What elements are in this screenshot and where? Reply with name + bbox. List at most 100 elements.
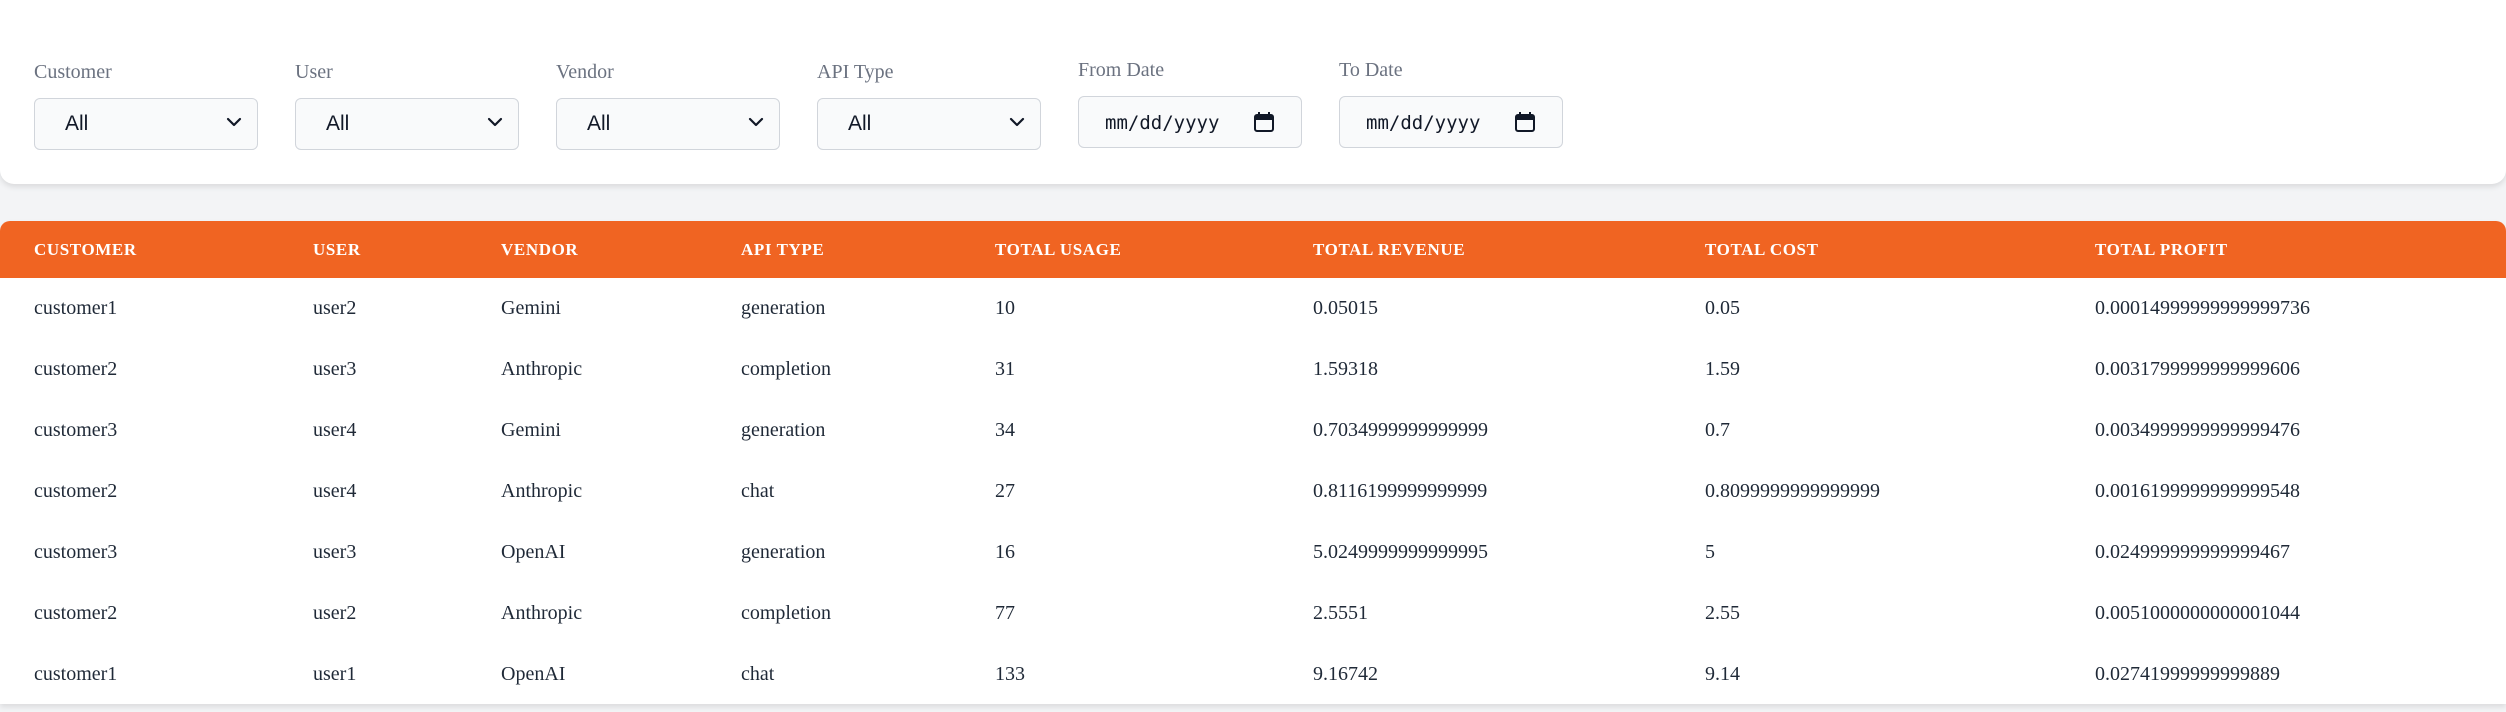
column-header-total-cost: Total Cost xyxy=(1705,239,1819,259)
cell-total-usage: 77 xyxy=(995,602,1015,624)
vendor-filter-label: Vendor xyxy=(556,61,614,83)
from-date-filter: From Date mm/dd/yyyy xyxy=(1078,56,1302,148)
filter-panel: Customer All User All Vendor All API Typ… xyxy=(0,0,2506,184)
table-row: customer2 user4 Anthropic chat 27 0.8116… xyxy=(0,461,2506,522)
calendar-icon[interactable] xyxy=(1253,111,1275,133)
cell-total-cost: 0.8099999999999999 xyxy=(1705,480,1880,502)
cell-customer: customer2 xyxy=(34,358,118,380)
cell-api-type: completion xyxy=(741,358,831,380)
cell-vendor: Gemini xyxy=(501,297,561,319)
chevron-down-icon xyxy=(748,117,764,127)
column-header-total-usage: Total Usage xyxy=(995,239,1122,259)
column-header-api-type: API Type xyxy=(741,239,825,259)
cell-total-profit: 0.024999999999999467 xyxy=(2095,541,2290,563)
cell-vendor: OpenAI xyxy=(501,541,566,563)
cell-user: user3 xyxy=(313,358,357,380)
cell-customer: customer2 xyxy=(34,480,118,502)
user-select-value: All xyxy=(326,112,350,135)
to-date-filter: To Date mm/dd/yyyy xyxy=(1339,56,1563,148)
column-header-total-revenue: Total Revenue xyxy=(1313,239,1466,259)
cell-user: user4 xyxy=(313,480,357,502)
chevron-down-icon xyxy=(487,117,503,127)
column-header-customer: Customer xyxy=(34,239,137,259)
cell-total-cost: 1.59 xyxy=(1705,358,1740,380)
cell-total-usage: 133 xyxy=(995,663,1025,685)
cell-api-type: chat xyxy=(741,663,775,685)
user-select[interactable]: All xyxy=(295,98,519,150)
chevron-down-icon xyxy=(1009,117,1025,127)
cell-total-revenue: 0.7034999999999999 xyxy=(1313,419,1488,441)
table-header-row: Customer User Vendor API Type Total Usag… xyxy=(0,221,2506,278)
cell-total-cost: 0.7 xyxy=(1705,419,1730,441)
table-row: customer3 user3 OpenAI generation 16 5.0… xyxy=(0,522,2506,583)
cell-api-type: completion xyxy=(741,602,831,624)
table-row: customer2 user2 Anthropic completion 77 … xyxy=(0,583,2506,644)
cell-user: user2 xyxy=(313,602,357,624)
cell-total-cost: 5 xyxy=(1705,541,1715,563)
cell-vendor: Anthropic xyxy=(501,480,583,502)
cell-customer: customer1 xyxy=(34,297,118,319)
customer-select-value: All xyxy=(65,112,89,135)
table-row: customer1 user2 Gemini generation 10 0.0… xyxy=(0,278,2506,339)
usage-table-card: Customer User Vendor API Type Total Usag… xyxy=(0,221,2506,704)
cell-total-usage: 16 xyxy=(995,541,1015,563)
from-date-input[interactable]: mm/dd/yyyy xyxy=(1078,96,1302,148)
cell-total-revenue: 1.59318 xyxy=(1313,358,1378,380)
cell-customer: customer3 xyxy=(34,541,118,563)
cell-customer: customer3 xyxy=(34,419,118,441)
api-type-filter: API Type All xyxy=(817,58,1041,150)
cell-api-type: chat xyxy=(741,480,775,502)
cell-total-profit: 0.0051000000000001044 xyxy=(2095,602,2300,624)
table-row: customer2 user3 Anthropic completion 31 … xyxy=(0,339,2506,400)
table-row: customer3 user4 Gemini generation 34 0.7… xyxy=(0,400,2506,461)
to-date-placeholder: mm/dd/yyyy xyxy=(1366,112,1481,134)
cell-total-profit: 0.0034999999999999476 xyxy=(2095,419,2300,441)
cell-total-usage: 10 xyxy=(995,297,1015,319)
customer-filter-label: Customer xyxy=(34,61,112,83)
vendor-filter: Vendor All xyxy=(556,58,780,150)
from-date-placeholder: mm/dd/yyyy xyxy=(1105,112,1220,134)
cell-vendor: Gemini xyxy=(501,419,561,441)
api-type-select[interactable]: All xyxy=(817,98,1041,150)
cell-user: user2 xyxy=(313,297,357,319)
cell-total-profit: 0.0016199999999999548 xyxy=(2095,480,2300,502)
usage-table: Customer User Vendor API Type Total Usag… xyxy=(0,221,2506,704)
cell-customer: customer2 xyxy=(34,602,118,624)
customer-select[interactable]: All xyxy=(34,98,258,150)
cell-total-profit: 0.02741999999999889 xyxy=(2095,663,2280,685)
calendar-icon[interactable] xyxy=(1514,111,1536,133)
cell-total-usage: 31 xyxy=(995,358,1015,380)
cell-total-profit: 0.0031799999999999606 xyxy=(2095,358,2300,380)
cell-total-revenue: 2.5551 xyxy=(1313,602,1368,624)
vendor-select[interactable]: All xyxy=(556,98,780,150)
to-date-label: To Date xyxy=(1339,59,1403,81)
cell-user: user1 xyxy=(313,663,357,685)
cell-vendor: Anthropic xyxy=(501,358,583,380)
column-header-vendor: Vendor xyxy=(501,239,579,259)
cell-api-type: generation xyxy=(741,419,826,441)
cell-total-revenue: 0.05015 xyxy=(1313,297,1378,319)
cell-total-cost: 2.55 xyxy=(1705,602,1740,624)
api-type-filter-label: API Type xyxy=(817,61,894,83)
cell-total-revenue: 0.8116199999999999 xyxy=(1313,480,1488,502)
user-filter-label: User xyxy=(295,61,333,83)
cell-total-cost: 9.14 xyxy=(1705,663,1740,685)
cell-customer: customer1 xyxy=(34,663,118,685)
cell-user: user3 xyxy=(313,541,357,563)
to-date-input[interactable]: mm/dd/yyyy xyxy=(1339,96,1563,148)
cell-api-type: generation xyxy=(741,541,826,563)
cell-api-type: generation xyxy=(741,297,826,319)
table-row: customer1 user1 OpenAI chat 133 9.16742 … xyxy=(0,644,2506,704)
customer-filter: Customer All xyxy=(34,58,258,150)
cell-total-revenue: 9.16742 xyxy=(1313,663,1378,685)
cell-vendor: Anthropic xyxy=(501,602,583,624)
user-filter: User All xyxy=(295,58,519,150)
cell-total-usage: 34 xyxy=(995,419,1015,441)
column-header-total-profit: Total Profit xyxy=(2095,239,2228,259)
cell-total-profit: 0.00014999999999999736 xyxy=(2095,297,2310,319)
chevron-down-icon xyxy=(226,117,242,127)
cell-total-cost: 0.05 xyxy=(1705,297,1740,319)
from-date-label: From Date xyxy=(1078,59,1165,81)
cell-vendor: OpenAI xyxy=(501,663,566,685)
vendor-select-value: All xyxy=(587,112,611,135)
